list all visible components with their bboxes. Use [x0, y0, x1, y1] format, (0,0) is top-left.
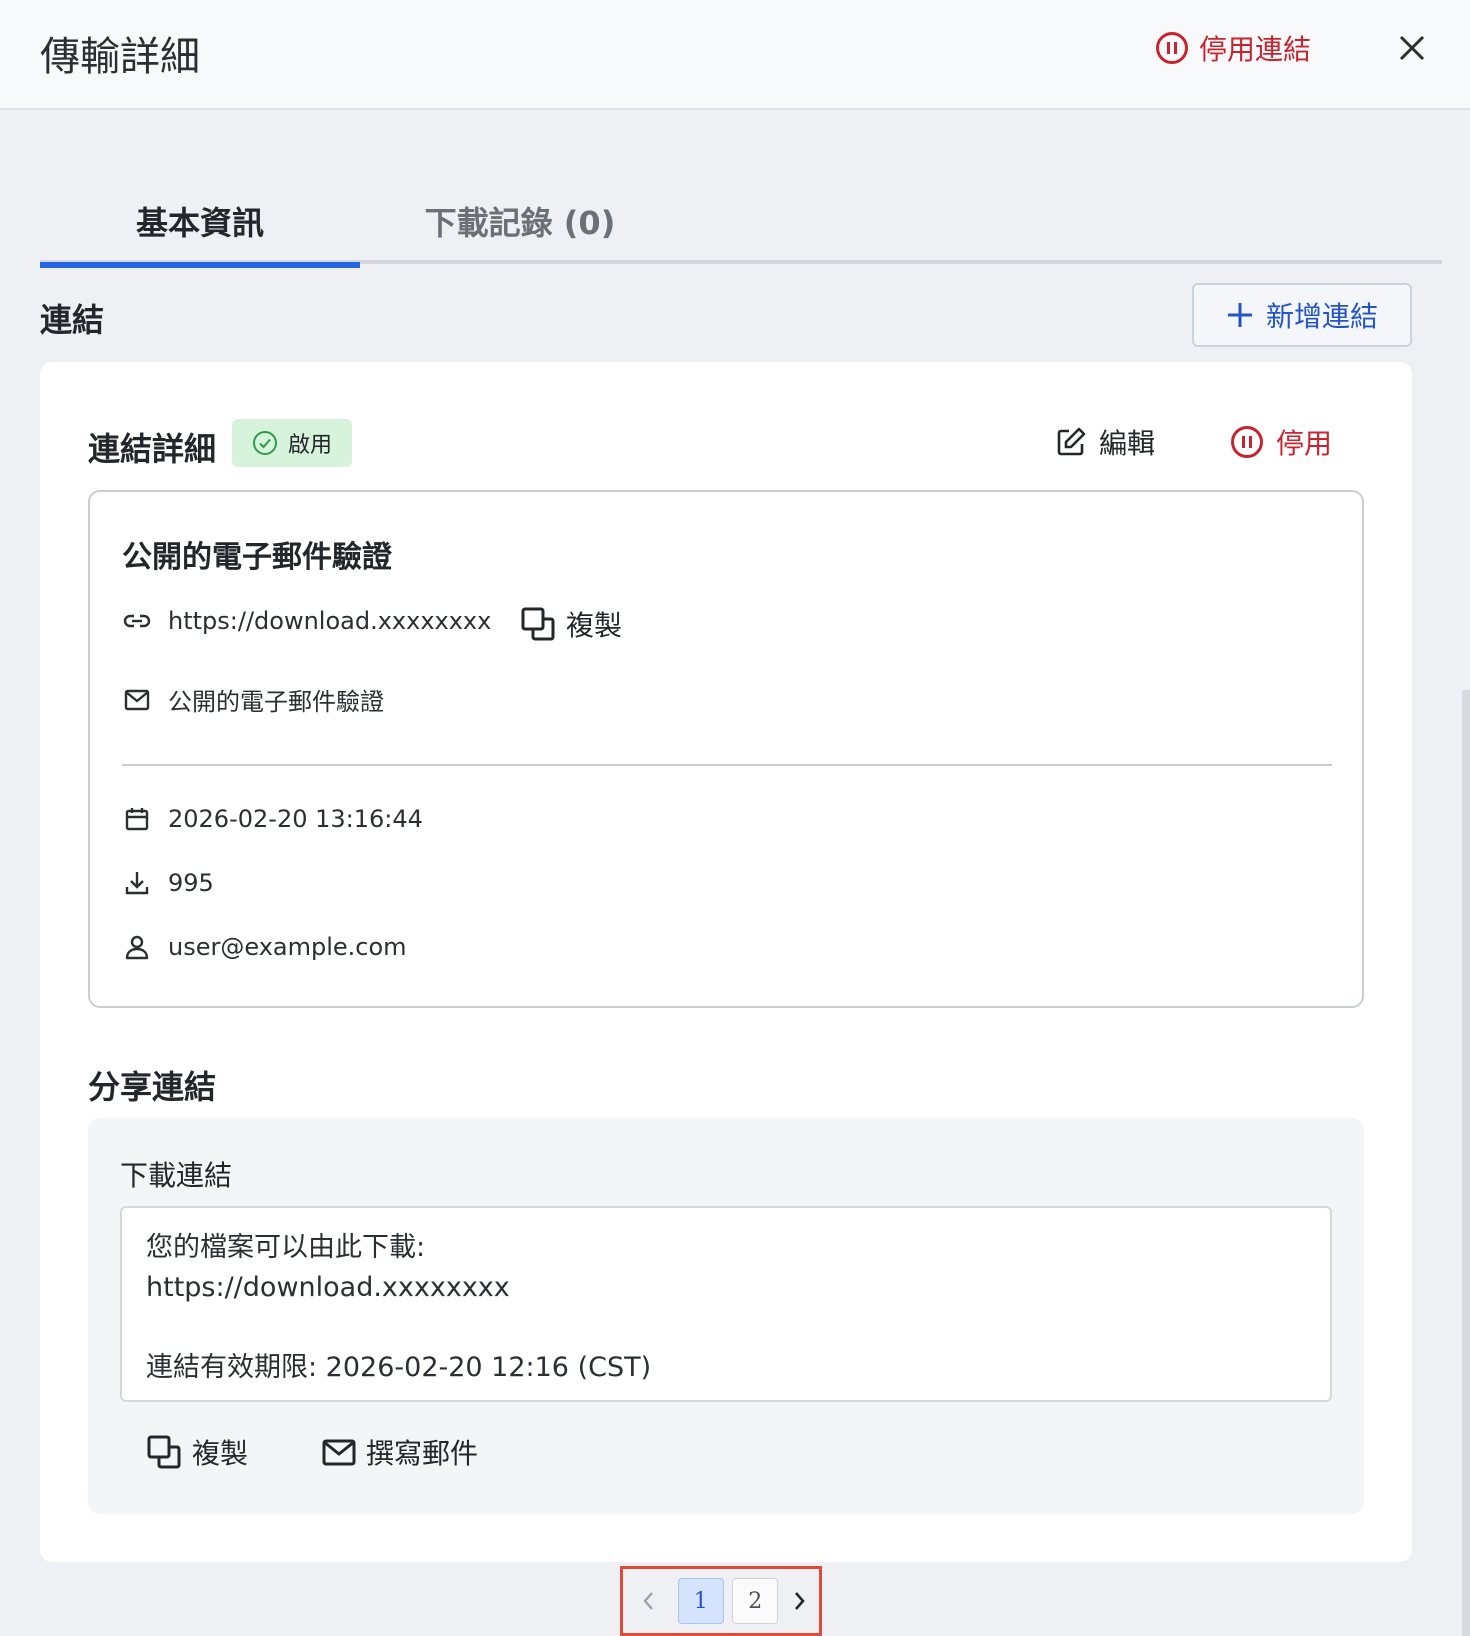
pause-circle-icon [1156, 32, 1188, 64]
link-url[interactable]: https://download.xxxxxxxx [168, 607, 491, 635]
share-message-textarea[interactable]: 您的檔案可以由此下載: https://download.xxxxxxxx 連結… [120, 1206, 1332, 1402]
calendar-icon [122, 804, 152, 834]
creator-row: user@example.com [122, 932, 407, 962]
share-text-line: https://download.xxxxxxxx [146, 1272, 510, 1303]
link-info-box: 公開的電子郵件驗證 https://download.xxxxxxxx 複製 公… [88, 490, 1364, 1008]
chevron-right-icon [794, 1592, 805, 1610]
creator-email: user@example.com [168, 933, 407, 961]
disable-button[interactable]: 停用 [1230, 422, 1332, 462]
download-count-row: 995 [122, 868, 214, 898]
mail-icon [322, 1439, 356, 1466]
plus-icon [1227, 303, 1252, 327]
pagination: 1 2 [620, 1566, 822, 1636]
edit-button[interactable]: 編輯 [1055, 422, 1155, 462]
page-1-button[interactable]: 1 [677, 1578, 724, 1624]
edit-label: 編輯 [1099, 427, 1156, 460]
download-icon [122, 868, 152, 898]
verification-row: 公開的電子郵件驗證 [122, 682, 384, 717]
tab-bar: 基本資訊 下載記錄 (0) [40, 190, 1442, 268]
created-at: 2026-02-20 13:16:44 [168, 805, 423, 833]
mail-icon [122, 685, 152, 715]
prev-page-button[interactable] [629, 1579, 670, 1623]
status-label: 啟用 [287, 433, 332, 458]
tab-basic-info[interactable]: 基本資訊 [40, 198, 360, 268]
copy-icon [521, 607, 555, 641]
add-link-label: 新增連結 [1265, 300, 1378, 333]
link-card: 連結詳細 啟用 編輯 停用 公開的電子郵件驗證 https://download… [40, 362, 1412, 1562]
created-at-row: 2026-02-20 13:16:44 [122, 804, 423, 834]
share-box: 下載連結 您的檔案可以由此下載: https://download.xxxxxx… [88, 1118, 1364, 1514]
user-icon [122, 932, 152, 962]
dialog-title: 傳輸詳細 [40, 34, 200, 80]
next-page-button[interactable] [778, 1579, 819, 1623]
close-button[interactable] [1392, 28, 1432, 68]
disable-label: 停用 [1276, 427, 1333, 460]
dialog-header: 傳輸詳細 停用連結 [0, 0, 1470, 110]
add-link-button[interactable]: 新增連結 [1192, 283, 1412, 347]
link-url-row: https://download.xxxxxxxx [122, 606, 491, 636]
download-count: 995 [168, 869, 214, 897]
share-text-line: 您的檔案可以由此下載: [146, 1232, 426, 1263]
divider [122, 764, 1332, 766]
copy-icon [147, 1435, 181, 1469]
link-detail-title: 連結詳細 [88, 430, 217, 468]
disable-link-label: 停用連結 [1199, 33, 1312, 66]
page-2-button[interactable]: 2 [732, 1578, 779, 1624]
tab-download-log[interactable]: 下載記錄 (0) [360, 198, 680, 264]
share-section-title: 分享連結 [88, 1068, 217, 1106]
copy-share-button[interactable]: 複製 [146, 1432, 248, 1472]
share-text-line: 連結有效期限: 2026-02-20 12:16 (CST) [146, 1352, 652, 1383]
copy-url-button[interactable]: 複製 [520, 604, 622, 644]
link-icon [122, 606, 152, 636]
close-icon [1399, 35, 1425, 61]
compose-email-label: 撰寫郵件 [366, 1437, 479, 1470]
status-badge: 啟用 [232, 419, 352, 467]
scrollbar[interactable] [1462, 690, 1470, 1636]
copy-share-label: 複製 [192, 1437, 249, 1470]
share-actions: 複製 撰寫郵件 [146, 1432, 478, 1472]
chevron-left-icon [643, 1592, 654, 1610]
link-name: 公開的電子郵件驗證 [122, 540, 392, 575]
edit-icon [1057, 427, 1086, 456]
share-label: 下載連結 [120, 1159, 233, 1192]
verification-label: 公開的電子郵件驗證 [168, 688, 384, 716]
check-circle-icon [252, 431, 277, 455]
pause-circle-icon [1231, 426, 1263, 458]
links-section-title: 連結 [40, 301, 105, 339]
disable-link-button[interactable]: 停用連結 [1155, 28, 1311, 68]
copy-url-label: 複製 [566, 609, 623, 642]
compose-email-button[interactable]: 撰寫郵件 [322, 1432, 478, 1472]
